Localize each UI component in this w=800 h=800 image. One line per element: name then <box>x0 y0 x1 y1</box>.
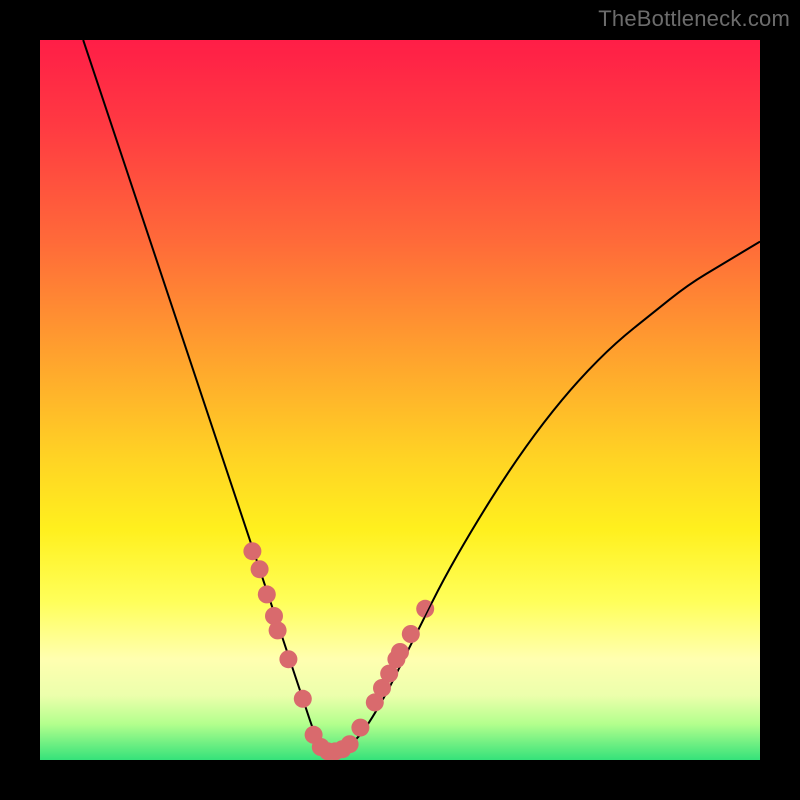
bottleneck-curve <box>83 40 760 753</box>
marker-group <box>243 542 434 760</box>
curve-marker <box>251 560 269 578</box>
plot-area <box>40 40 760 760</box>
bottleneck-curve-right <box>422 242 760 624</box>
curve-marker <box>294 690 312 708</box>
curve-marker <box>243 542 261 560</box>
plot-svg <box>40 40 760 760</box>
curve-marker <box>258 585 276 603</box>
curve-marker <box>279 650 297 668</box>
curve-marker <box>391 643 409 661</box>
watermark-text: TheBottleneck.com <box>598 6 790 32</box>
chart-frame: TheBottleneck.com <box>0 0 800 800</box>
curve-marker <box>269 621 287 639</box>
curve-marker <box>351 719 369 737</box>
curve-marker <box>341 735 359 753</box>
curve-marker <box>402 625 420 643</box>
